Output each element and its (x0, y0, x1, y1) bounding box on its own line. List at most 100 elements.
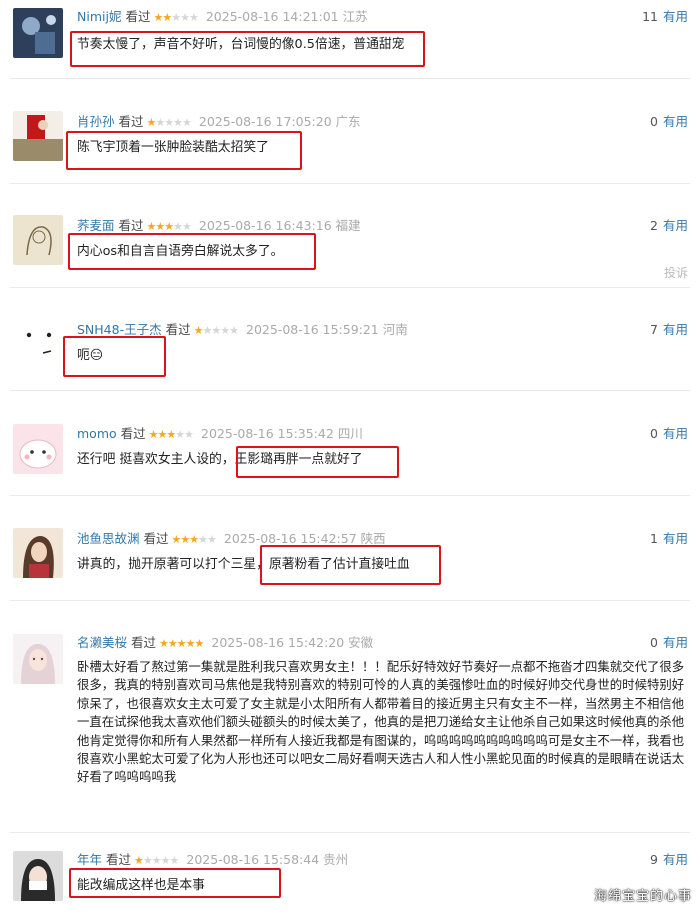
star-rating: ★★★★★ (172, 531, 217, 549)
star-filled-icon: ★ (155, 220, 165, 233)
highlight-box (70, 31, 425, 67)
highlight-box (63, 336, 166, 377)
useful-button[interactable]: 有用 (663, 635, 688, 650)
useful-button[interactable]: 有用 (663, 114, 688, 129)
useful-button[interactable]: 有用 (663, 322, 688, 337)
user-avatar[interactable] (13, 8, 63, 58)
report-link[interactable]: 投诉 (664, 264, 688, 281)
divider (10, 495, 690, 496)
divider (10, 287, 690, 288)
divider (10, 78, 690, 79)
comment-location: 河南 (382, 322, 408, 337)
useful-vote[interactable]: 7 有用 (650, 321, 688, 339)
user-name-link[interactable]: 池鱼思故渊 (77, 531, 140, 546)
useful-vote[interactable]: 1 有用 (650, 530, 688, 548)
useful-button[interactable]: 有用 (663, 426, 688, 441)
star-filled-icon: ★ (148, 428, 159, 441)
useful-count: 0 (650, 635, 658, 650)
user-avatar[interactable] (13, 528, 63, 578)
highlight-box (236, 446, 399, 478)
highlight-box (66, 131, 302, 170)
divider (10, 600, 690, 601)
star-empty-icon: ★ (180, 11, 190, 24)
star-filled-icon: ★ (189, 533, 199, 546)
user-name-link[interactable]: 名濑美桜 (77, 635, 127, 650)
comment-text: 卧槽太好看了熬过第一集就是胜利我只喜欢男女主！！！配乐好特效好节奏好一点都不拖沓… (77, 659, 685, 785)
user-avatar[interactable] (13, 320, 63, 370)
useful-count: 2 (650, 218, 658, 233)
star-empty-icon: ★ (211, 324, 221, 337)
star-empty-icon: ★ (142, 854, 153, 867)
user-name-link[interactable]: SNH48-王子杰 (77, 322, 162, 337)
star-rating: ★★★★★ (147, 114, 192, 132)
watched-status: 看过 (131, 635, 157, 650)
star-empty-icon: ★ (155, 116, 165, 129)
star-filled-icon: ★ (176, 637, 187, 650)
user-name-link[interactable]: 荞麦面 (77, 218, 115, 233)
comment-location: 广东 (335, 114, 361, 129)
user-avatar[interactable] (13, 634, 63, 684)
comment-location: 福建 (335, 218, 361, 233)
watched-status: 看过 (120, 426, 146, 441)
useful-vote[interactable]: 2 有用 (650, 217, 688, 235)
star-empty-icon: ★ (175, 428, 185, 441)
useful-vote[interactable]: 9 有用 (650, 851, 688, 869)
star-empty-icon: ★ (207, 533, 217, 546)
star-rating: ★★★★★ (153, 9, 198, 27)
user-avatar[interactable] (13, 215, 63, 265)
useful-button[interactable]: 有用 (663, 9, 688, 24)
comment-location: 安徽 (348, 635, 374, 650)
user-avatar[interactable] (13, 851, 63, 901)
useful-vote[interactable]: 0 有用 (650, 425, 688, 443)
divider (10, 390, 690, 391)
useful-count: 1 (650, 531, 658, 546)
user-name-link[interactable]: 肖孙孙 (77, 114, 115, 129)
star-empty-icon: ★ (182, 220, 192, 233)
star-filled-icon: ★ (193, 324, 204, 337)
useful-button[interactable]: 有用 (663, 531, 688, 546)
comment-time: 2025-08-16 15:42:57 (223, 531, 357, 546)
comment-time: 2025-08-16 17:05:20 (198, 114, 332, 129)
useful-count: 0 (650, 426, 658, 441)
user-name-link[interactable]: momo (77, 426, 117, 441)
comment-time: 2025-08-16 14:21:01 (205, 9, 339, 24)
useful-count: 9 (650, 852, 658, 867)
star-filled-icon: ★ (159, 637, 169, 650)
comment-location: 陕西 (360, 531, 386, 546)
star-empty-icon: ★ (229, 324, 239, 337)
comment-time: 2025-08-16 15:35:42 (201, 426, 334, 441)
star-filled-icon: ★ (167, 637, 178, 650)
divider (10, 832, 690, 833)
comment-time: 2025-08-16 16:43:16 (198, 218, 332, 233)
user-avatar[interactable] (13, 424, 63, 474)
highlight-box (69, 868, 281, 898)
star-empty-icon: ★ (198, 533, 208, 546)
user-name-link[interactable]: Nimij妮 (77, 9, 121, 24)
star-filled-icon: ★ (164, 220, 174, 233)
star-filled-icon: ★ (180, 533, 190, 546)
watermark-text: 海绵宝宝的心事 (593, 889, 692, 904)
useful-vote[interactable]: 11 有用 (642, 8, 688, 26)
watched-status: 看过 (118, 114, 144, 129)
useful-vote[interactable]: 0 有用 (650, 113, 688, 131)
star-empty-icon: ★ (173, 116, 183, 129)
star-empty-icon: ★ (171, 11, 181, 24)
comment-time: 2025-08-16 15:59:21 (246, 322, 379, 337)
useful-count: 0 (650, 114, 658, 129)
star-empty-icon: ★ (164, 116, 174, 129)
useful-button[interactable]: 有用 (663, 852, 688, 867)
useful-button[interactable]: 有用 (663, 218, 688, 233)
highlight-box (68, 233, 316, 270)
watched-status: 看过 (125, 9, 151, 24)
star-empty-icon: ★ (220, 324, 230, 337)
useful-count: 7 (650, 322, 658, 337)
useful-vote[interactable]: 0 有用 (650, 634, 688, 652)
star-rating: ★★★★★ (193, 322, 239, 340)
star-filled-icon: ★ (134, 854, 144, 867)
star-filled-icon: ★ (185, 637, 196, 650)
star-rating: ★★★★★ (148, 426, 194, 444)
user-name-link[interactable]: 年年 (77, 852, 102, 867)
user-avatar[interactable] (13, 111, 63, 161)
star-filled-icon: ★ (194, 637, 205, 650)
comment-time: 2025-08-16 15:58:44 (186, 852, 320, 867)
